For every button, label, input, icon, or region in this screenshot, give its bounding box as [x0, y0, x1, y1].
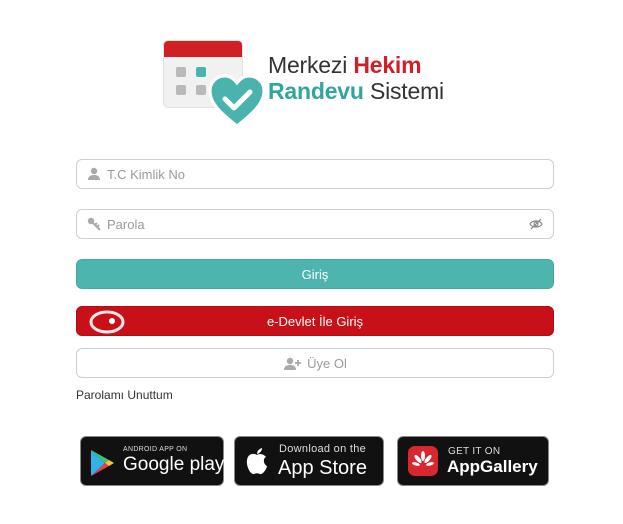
password-field [76, 209, 554, 239]
huawei-icon [408, 446, 438, 476]
heart-check-icon [208, 74, 266, 128]
password-input[interactable] [107, 210, 527, 238]
edevlet-logo-icon [89, 310, 125, 334]
google-small-label: ANDROID APP ON [123, 446, 188, 453]
appgallery-badge[interactable]: GET IT ON AppGallery [397, 436, 549, 486]
edevlet-login-button[interactable]: e-Devlet İle Giriş [76, 306, 554, 336]
login-button[interactable]: Giriş [76, 259, 554, 289]
forgot-password-link[interactable]: Parolamı Unuttum [76, 388, 173, 402]
tc-field [76, 159, 554, 189]
apple-big-label: App Store [278, 457, 367, 479]
register-button[interactable]: Üye Ol [76, 348, 554, 378]
brand-title-line1: Merkezi Hekim [268, 52, 422, 78]
user-icon [88, 167, 100, 180]
huawei-small-label: GET IT ON [448, 446, 501, 457]
brand-title-line2: Randevu Sistemi [268, 78, 444, 104]
edevlet-label: e-Devlet İle Giriş [266, 314, 364, 329]
key-icon [87, 217, 101, 231]
apple-small-label: Download on the [279, 443, 367, 455]
huawei-big-label: AppGallery [447, 457, 538, 476]
apple-icon [246, 448, 267, 475]
google-big-label: Google play [123, 454, 225, 475]
app-logo: Merkezi Hekim Randevu Sistemi [160, 38, 480, 128]
google-play-icon [91, 450, 114, 476]
user-plus-icon [284, 357, 302, 370]
app-store-badge[interactable]: Download on the App Store [234, 436, 384, 486]
google-play-badge[interactable]: ANDROID APP ON Google play [80, 436, 224, 486]
tc-input[interactable] [107, 160, 527, 188]
register-label: Üye Ol [307, 356, 347, 371]
eye-slash-icon[interactable] [529, 218, 543, 230]
